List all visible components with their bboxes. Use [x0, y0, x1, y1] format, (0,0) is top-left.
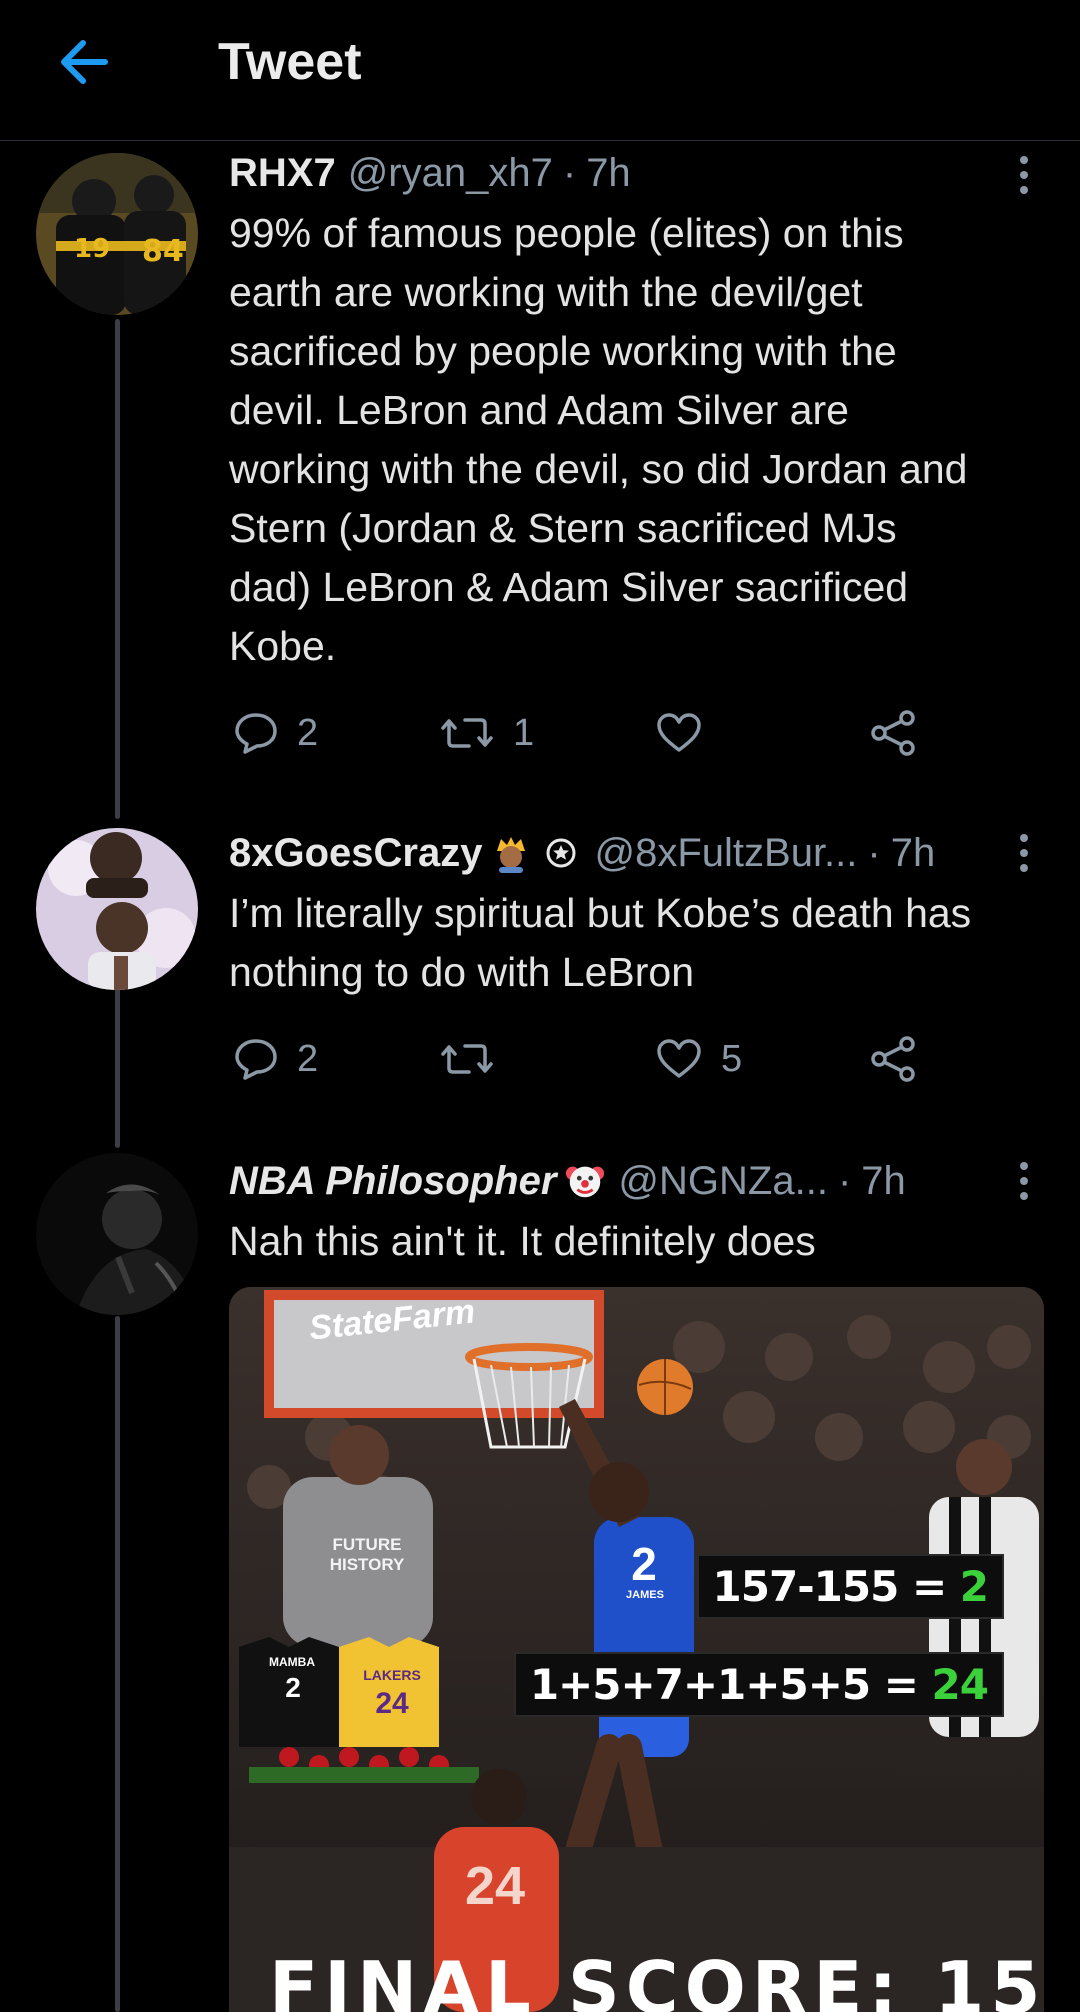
retweet-count: 1 — [513, 711, 535, 754]
like-count: 5 — [721, 1037, 743, 1080]
score-equation-box: 157-155 = 2 — [696, 1554, 1004, 1619]
reply-count: 2 — [297, 1037, 319, 1080]
back-button[interactable] — [52, 30, 116, 94]
reply-button[interactable]: 2 — [233, 1029, 318, 1089]
reply-bubble-icon — [235, 1039, 277, 1080]
foreground-jersey-number: 24 — [464, 1856, 526, 1916]
text-line: Nah this ain't it. It definitely does — [229, 1218, 816, 1264]
vertical-dots-icon — [1020, 171, 1028, 179]
tweet-text: I’m literally spiritual but Kobe’s death… — [229, 884, 1044, 1002]
person-emoji-icon — [490, 832, 532, 874]
mamba-jersey-label: MAMBA — [269, 1655, 315, 1669]
separator: · — [837, 1158, 852, 1203]
score-sum-result: 24 — [931, 1660, 989, 1709]
display-name[interactable]: NBA Philosopher — [229, 1159, 556, 1204]
tweet-header: RHX7 @ryan_xh7 · 7h — [229, 144, 1044, 202]
separator: · — [562, 150, 577, 195]
text-line: dad) LeBron & Adam Silver sacrificed — [229, 564, 909, 610]
timestamp: 7h — [586, 150, 631, 195]
spectator-shirt-text: FUTURE HISTORY — [329, 1535, 405, 1574]
user-handle[interactable]: @8xFultzBur... — [594, 831, 857, 876]
avatar[interactable]: 19 84 — [36, 153, 198, 315]
jersey-name: JAMES — [626, 1589, 664, 1601]
tweet-actions: 2 1 — [229, 703, 929, 763]
user-handle[interactable]: @ryan_xh7 — [348, 151, 553, 196]
vertical-dots-icon — [1020, 186, 1028, 194]
tweet-text: Nah this ain't it. It definitely does — [229, 1212, 1044, 1271]
text-line: sacrificed by people working with the — [229, 328, 897, 374]
page-title: Tweet — [218, 33, 362, 91]
clown-face-icon — [564, 1160, 606, 1202]
share-icon — [871, 1036, 915, 1082]
verified-star-icon — [540, 832, 582, 874]
text-line: Stern (Jordan & Stern sacrificed MJs — [229, 505, 897, 551]
display-name[interactable]: RHX7 — [229, 151, 336, 196]
lakers-jersey-label: LAKERS — [363, 1667, 421, 1683]
retweet-icon — [441, 718, 493, 748]
avatar[interactable] — [36, 1153, 198, 1315]
text-line: devil. LeBron and Adam Silver are — [229, 387, 849, 433]
score-sum-text: 1+5+7+1+5+5 = — [529, 1660, 932, 1709]
like-button[interactable] — [655, 703, 721, 763]
more-options-button[interactable] — [1004, 1152, 1044, 1210]
user-handle[interactable]: @NGNZa... — [618, 1159, 828, 1204]
more-options-button[interactable] — [1004, 146, 1044, 204]
share-button[interactable] — [869, 703, 917, 763]
score-equation-result: 2 — [959, 1562, 989, 1611]
like-button[interactable]: 5 — [655, 1029, 742, 1089]
thread-line — [115, 1316, 120, 2012]
lakers-jersey-number: 24 — [375, 1687, 409, 1720]
heart-icon — [657, 1039, 701, 1078]
reply-button[interactable]: 2 — [233, 703, 318, 763]
reply-bubble-icon — [235, 713, 277, 754]
text-line: I’m literally spiritual but Kobe’s death… — [229, 890, 972, 936]
more-options-button[interactable] — [1004, 824, 1044, 882]
retweet-icon — [441, 1044, 493, 1074]
jersey-number: 2 — [631, 1538, 657, 1590]
timestamp: 7h — [890, 830, 936, 875]
separator: · — [867, 830, 881, 875]
vertical-dots-icon — [1020, 1192, 1028, 1200]
vertical-dots-icon — [1020, 1162, 1028, 1170]
score-equation-text: 157-155 = — [712, 1562, 960, 1611]
thread-line — [115, 319, 120, 819]
text-line: 99% of famous people (elites) on this — [229, 210, 904, 256]
tweet-media-image[interactable]: StateFarm FUTURE HISTORY 2 JAMES MAMBA 2… — [229, 1287, 1044, 2012]
tweet-actions: 2 5 — [229, 1029, 929, 1089]
vertical-dots-icon — [1020, 849, 1028, 857]
score-sum-box: 1+5+7+1+5+5 = 24 — [513, 1652, 1004, 1717]
tweet-header: 8xGoesCrazy @8xFultzBur... · 7h — [229, 824, 1044, 882]
display-name[interactable]: 8xGoesCrazy — [229, 831, 482, 876]
retweet-button[interactable] — [439, 1029, 513, 1089]
share-button[interactable] — [869, 1029, 917, 1089]
tweet-header: NBA Philosopher @NGNZa... · 7h — [229, 1152, 1044, 1210]
text-line: earth are working with the devil/get — [229, 269, 863, 315]
mamba-jersey-number: 2 — [285, 1672, 301, 1703]
vertical-dots-icon — [1020, 864, 1028, 872]
vertical-dots-icon — [1020, 156, 1028, 164]
text-line: Kobe. — [229, 623, 337, 669]
timestamp: 7h — [861, 1158, 906, 1203]
svg-text:19: 19 — [74, 234, 110, 264]
text-line: nothing to do with LeBron — [229, 949, 694, 995]
heart-icon — [657, 713, 701, 752]
top-bar: Tweet — [0, 0, 1080, 141]
tweet-text: 99% of famous people (elites) on this ea… — [229, 204, 1044, 676]
vertical-dots-icon — [1020, 1177, 1028, 1185]
avatar[interactable] — [36, 828, 198, 990]
retweet-button[interactable]: 1 — [439, 703, 534, 763]
svg-text:84: 84 — [142, 234, 184, 269]
text-line: working with the devil, so did Jordan an… — [229, 446, 968, 492]
arrow-left-icon — [61, 40, 108, 84]
final-score-caption: FINAL SCORE: 157-155 — [269, 1946, 1044, 2012]
reply-count: 2 — [297, 711, 319, 754]
share-icon — [871, 710, 915, 756]
vertical-dots-icon — [1020, 834, 1028, 842]
